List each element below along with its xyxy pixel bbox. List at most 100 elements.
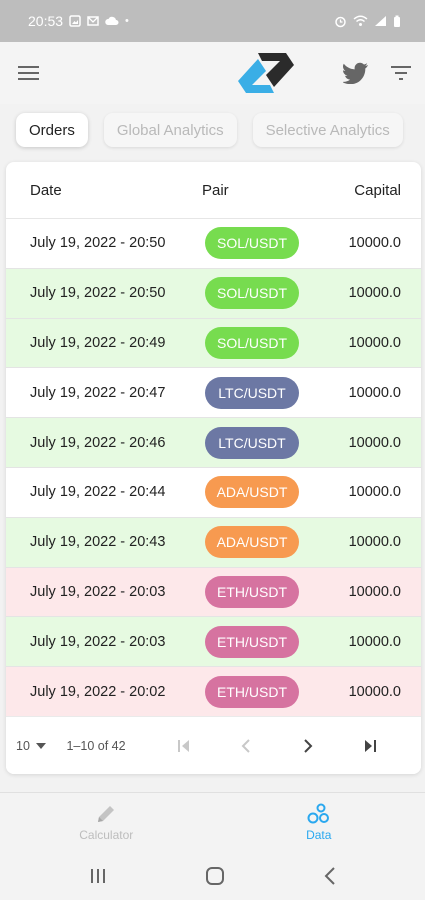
pair-badge: ETH/USDT (205, 625, 299, 658)
pair-badge: ADA/USDT (204, 476, 300, 509)
mail-icon (87, 16, 99, 26)
rows-per-page-select[interactable]: 10 (6, 739, 66, 753)
status-bar-right (334, 15, 401, 28)
pair-badge: SOL/USDT (204, 326, 299, 359)
capital-value: 10000.0 (348, 633, 401, 650)
status-bar: 20:53 • (0, 0, 425, 42)
pair-cell: ADA/USDT (192, 476, 312, 509)
tab-label: Global Analytics (116, 121, 224, 139)
pair-cell: SOL/USDT (192, 227, 312, 260)
pair-badge: ETH/USDT (205, 575, 299, 608)
order-date: July 19, 2022 - 20:49 (30, 334, 166, 351)
app-logo (237, 51, 294, 95)
system-navigation-bar (0, 852, 425, 900)
tab-bar: Orders Global Analytics Selective Analyt… (0, 108, 425, 152)
dot-icon: • (125, 15, 129, 27)
status-time: 20:53 (28, 13, 64, 29)
pair-cell: ADA/USDT (192, 526, 312, 559)
pagination-bar: 10 1–10 of 42 (6, 716, 421, 774)
bottom-navigation: Calculator Data (0, 792, 425, 852)
tab-label: Orders (29, 121, 75, 139)
nav-label: Data (306, 828, 332, 842)
order-date: July 19, 2022 - 20:44 (30, 484, 166, 501)
pair-badge: ADA/USDT (204, 526, 300, 559)
table-row[interactable]: July 19, 2022 - 20:49 SOL/USDT 10000.0 (6, 318, 421, 369)
column-header-capital[interactable]: Capital (312, 182, 421, 199)
table-row[interactable]: July 19, 2022 - 20:02 ETH/USDT 10000.0 (6, 667, 421, 717)
pair-cell: ETH/USDT (192, 575, 312, 608)
pair-badge: ETH/USDT (205, 675, 299, 708)
tab-label: Selective Analytics (265, 121, 390, 139)
capital-value: 10000.0 (348, 434, 401, 451)
alarm-icon (335, 16, 346, 27)
nav-data[interactable]: Data (213, 793, 425, 852)
home-icon[interactable] (205, 866, 225, 886)
tab-selective-analytics[interactable]: Selective Analytics (252, 113, 403, 147)
order-date: July 19, 2022 - 20:43 (30, 534, 166, 551)
table-body: July 19, 2022 - 20:50 SOL/USDT 10000.0 July… (6, 219, 421, 717)
capital-value: 10000.0 (348, 534, 401, 551)
table-header: Date Pair Capital (6, 162, 421, 219)
capital-value: 10000.0 (348, 334, 401, 351)
table-row[interactable]: July 19, 2022 - 20:03 ETH/USDT 10000.0 (6, 617, 421, 668)
order-date: July 19, 2022 - 20:50 (30, 285, 166, 302)
recents-icon[interactable] (89, 868, 107, 884)
column-header-date[interactable]: Date (6, 182, 192, 199)
table-row[interactable]: July 19, 2022 - 20:46 LTC/USDT 10000.0 (6, 418, 421, 468)
pagination-range: 1–10 of 42 (66, 738, 126, 753)
table-row[interactable]: July 19, 2022 - 20:50 SOL/USDT 10000.0 (6, 219, 421, 269)
order-date: July 19, 2022 - 20:03 (30, 633, 166, 650)
pair-badge: SOL/USDT (204, 277, 299, 310)
nav-label: Calculator (79, 828, 134, 842)
app-bar (0, 42, 425, 104)
pair-cell: ETH/USDT (192, 625, 312, 658)
pair-cell: SOL/USDT (192, 326, 312, 359)
wifi-icon (353, 15, 368, 26)
capital-value: 10000.0 (348, 285, 401, 302)
next-page-icon[interactable] (277, 728, 339, 764)
order-date: July 19, 2022 - 20:46 (30, 434, 166, 451)
capital-value: 10000.0 (348, 384, 401, 401)
pair-cell: SOL/USDT (192, 277, 312, 310)
gallery-icon (69, 15, 81, 27)
order-date: July 19, 2022 - 20:47 (30, 384, 166, 401)
order-date: July 19, 2022 - 20:50 (30, 235, 166, 252)
back-icon[interactable] (324, 867, 336, 885)
table-row[interactable]: July 19, 2022 - 20:47 LTC/USDT 10000.0 (6, 368, 421, 419)
pair-cell: LTC/USDT (192, 376, 312, 409)
battery-icon (394, 15, 400, 27)
pair-cell: LTC/USDT (192, 426, 312, 459)
table-row[interactable]: July 19, 2022 - 20:03 ETH/USDT 10000.0 (6, 567, 421, 618)
cloud-icon (105, 16, 119, 25)
filter-icon[interactable] (391, 66, 411, 80)
pair-badge: LTC/USDT (205, 426, 299, 459)
column-header-pair[interactable]: Pair (192, 182, 312, 199)
prev-page-icon[interactable] (215, 728, 277, 764)
order-date: July 19, 2022 - 20:03 (30, 583, 166, 600)
app-bar-actions (343, 62, 411, 84)
table-row[interactable]: July 19, 2022 - 20:43 ADA/USDT 10000.0 (6, 517, 421, 568)
order-date: July 19, 2022 - 20:02 (30, 683, 166, 700)
tab-orders[interactable]: Orders (16, 113, 88, 147)
pencil-icon (98, 806, 115, 822)
twitter-icon[interactable] (343, 62, 369, 84)
tab-global-analytics[interactable]: Global Analytics (103, 113, 237, 147)
capital-value: 10000.0 (348, 683, 401, 700)
caret-down-icon (35, 742, 46, 749)
capital-value: 10000.0 (348, 235, 401, 252)
table-row[interactable]: July 19, 2022 - 20:44 ADA/USDT 10000.0 (6, 467, 421, 518)
last-page-icon[interactable] (339, 728, 401, 764)
rows-per-page-value: 10 (16, 738, 30, 753)
menu-icon[interactable] (18, 65, 40, 81)
pagination-controls (153, 728, 401, 764)
first-page-icon[interactable] (153, 728, 215, 764)
status-bar-left: 20:53 • (28, 13, 129, 29)
pair-cell: ETH/USDT (192, 675, 312, 708)
capital-value: 10000.0 (348, 583, 401, 600)
data-bubbles-icon (307, 803, 329, 824)
orders-table-card: Date Pair Capital July 19, 2022 - 20:50 S… (6, 162, 421, 774)
table-row[interactable]: July 19, 2022 - 20:50 SOL/USDT 10000.0 (6, 268, 421, 319)
nav-calculator[interactable]: Calculator (0, 793, 213, 852)
pair-badge: SOL/USDT (204, 227, 299, 260)
signal-icon (375, 16, 386, 26)
